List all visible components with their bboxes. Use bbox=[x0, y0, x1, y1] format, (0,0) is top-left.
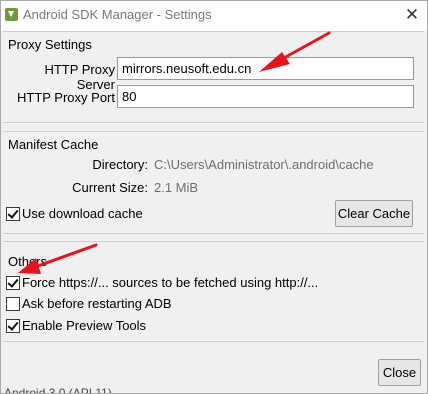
use-download-cache-label[interactable]: Use download cache bbox=[22, 206, 143, 221]
use-download-cache-checkbox[interactable] bbox=[6, 207, 20, 221]
current-size-label: Current Size: bbox=[72, 180, 148, 195]
ask-before-restart-adb-checkbox[interactable] bbox=[6, 297, 20, 311]
title-bar: Android SDK Manager - Settings ✕ bbox=[1, 1, 427, 31]
clear-cache-button[interactable]: Clear Cache bbox=[335, 200, 413, 227]
ask-before-restart-adb-label[interactable]: Ask before restarting ADB bbox=[22, 296, 172, 311]
directory-value: C:\Users\Administrator\.android\cache bbox=[154, 157, 374, 172]
force-https-label[interactable]: Force https://... sources to be fetched … bbox=[22, 275, 318, 290]
window-title: Android SDK Manager - Settings bbox=[23, 7, 212, 22]
proxy-settings-legend: Proxy Settings bbox=[8, 37, 92, 52]
http-proxy-port-label: HTTP Proxy Port bbox=[16, 90, 115, 105]
http-proxy-port-input[interactable]: 80 bbox=[117, 85, 414, 108]
enable-preview-tools-label[interactable]: Enable Preview Tools bbox=[22, 318, 146, 333]
enable-preview-tools-checkbox[interactable] bbox=[6, 319, 20, 333]
settings-window: Android SDK Manager - Settings ✕ Proxy S… bbox=[0, 0, 428, 394]
proxy-settings-group: Proxy Settings HTTP Proxy Server mirrors… bbox=[3, 31, 424, 123]
manifest-cache-legend: Manifest Cache bbox=[8, 137, 99, 152]
others-group: Others Force https://... sources to be f… bbox=[3, 241, 424, 342]
android-sdk-icon bbox=[5, 8, 18, 21]
close-icon[interactable]: ✕ bbox=[400, 4, 424, 26]
http-proxy-server-label: HTTP Proxy Server bbox=[44, 62, 115, 92]
current-size-value: 2.1 MiB bbox=[154, 180, 199, 195]
background-window-text: Android 3.0 (API 11) bbox=[4, 386, 112, 394]
http-proxy-server-input[interactable]: mirrors.neusoft.edu.cn bbox=[117, 57, 414, 80]
close-button[interactable]: Close bbox=[378, 359, 421, 386]
directory-label: Directory: bbox=[92, 157, 148, 172]
force-https-checkbox[interactable] bbox=[6, 276, 20, 290]
others-legend: Others bbox=[8, 254, 48, 269]
manifest-cache-group: Manifest Cache Directory: C:\Users\Admin… bbox=[3, 131, 424, 234]
